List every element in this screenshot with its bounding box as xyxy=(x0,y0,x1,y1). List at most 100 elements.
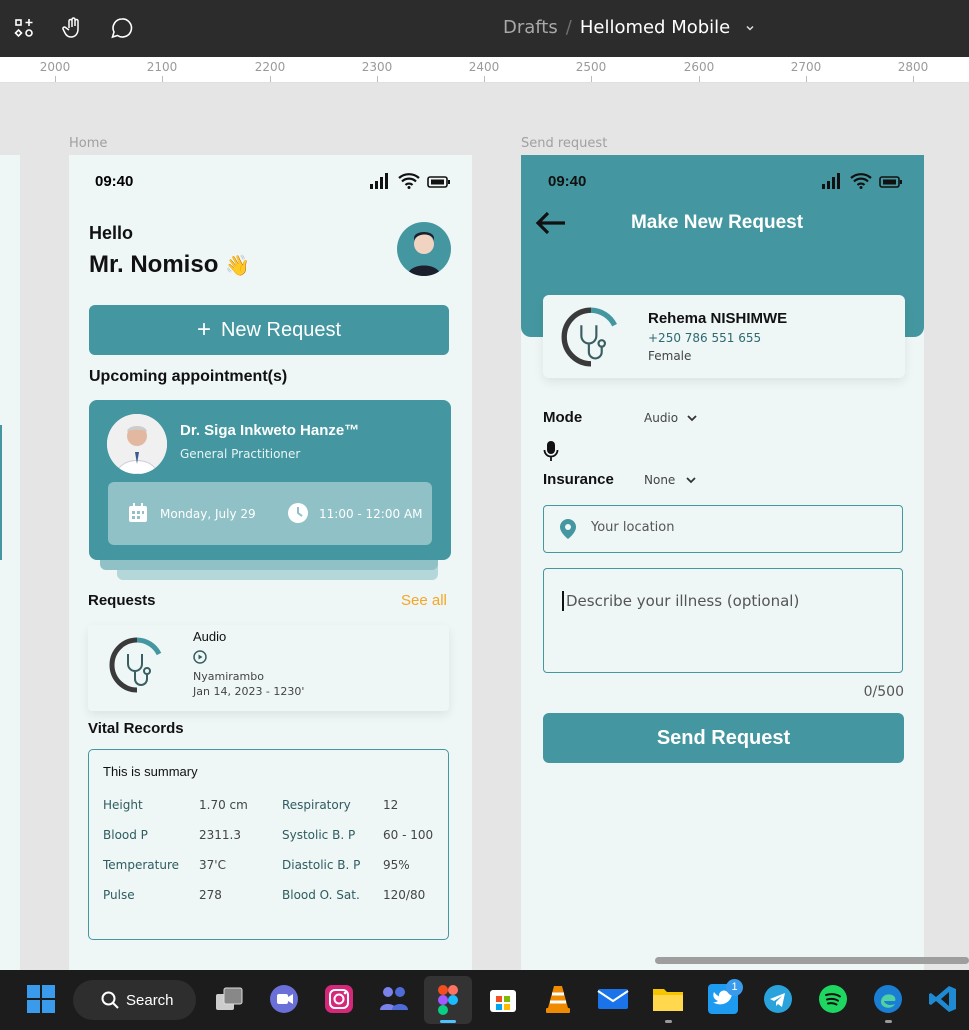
figma-taskbar-active[interactable] xyxy=(424,976,472,1024)
insurance-label: Insurance xyxy=(543,471,614,488)
patient-card[interactable]: Rehema NISHIMWE +250 786 551 655 Female xyxy=(543,295,905,378)
location-input[interactable]: Your location xyxy=(543,505,903,553)
request-type: Audio xyxy=(193,629,227,644)
new-request-label: New Request xyxy=(220,318,342,341)
patient-gender: Female xyxy=(648,349,692,363)
illness-placeholder: Describe your illness (optional) xyxy=(566,592,800,610)
windows-taskbar: Search 1 xyxy=(0,970,969,1030)
ruler-tick: 2100 xyxy=(146,60,178,74)
doctor-role: General Practitioner xyxy=(180,447,301,461)
wifi-icon xyxy=(850,172,872,194)
windows-start-icon[interactable] xyxy=(24,982,58,1016)
home-frame[interactable]: 09:40 Hello Mr. Nomiso 👋 + New Request U… xyxy=(69,155,472,970)
appointment-card[interactable]: Dr. Siga Inkweto Hanze™ General Practiti… xyxy=(89,400,451,560)
vital-label: Temperature xyxy=(103,858,180,872)
comment-icon[interactable] xyxy=(108,14,136,42)
location-pin-icon xyxy=(560,519,576,544)
canvas-scrollbar[interactable] xyxy=(655,957,969,964)
meet-icon[interactable] xyxy=(267,982,301,1016)
chevron-down-icon[interactable] xyxy=(744,18,756,39)
partial-frame-accent xyxy=(0,425,2,560)
microphone-icon[interactable] xyxy=(543,441,559,466)
vital-label: Systolic B. P xyxy=(282,828,356,842)
vital-value: 1.70 cm xyxy=(199,798,248,812)
notification-badge: 1 xyxy=(726,979,743,996)
request-card[interactable]: Audio Nyamirambo Jan 14, 2023 - 1230' xyxy=(88,625,449,711)
wave-emoji: 👋 xyxy=(225,255,250,277)
microsoft-store-icon[interactable] xyxy=(486,982,520,1016)
ruler-tick: 2700 xyxy=(790,60,822,74)
active-indicator xyxy=(440,1020,456,1023)
vital-label: Diastolic B. P xyxy=(282,858,361,872)
ruler-tick: 2200 xyxy=(254,60,286,74)
hand-tool-icon[interactable] xyxy=(59,14,87,42)
mail-icon[interactable] xyxy=(596,982,630,1016)
appointment-time-box: Monday, July 29 11:00 - 12:00 AM xyxy=(108,482,432,545)
vital-value: 278 xyxy=(199,888,222,902)
frame-label-home[interactable]: Home xyxy=(69,136,107,151)
user-name: Mr. Nomiso 👋 xyxy=(89,251,250,279)
insurance-value: None xyxy=(644,473,676,487)
battery-icon xyxy=(427,175,451,193)
components-icon[interactable] xyxy=(10,14,38,42)
location-placeholder: Your location xyxy=(591,520,675,535)
ruler-tick: 2500 xyxy=(575,60,607,74)
avatar[interactable] xyxy=(397,222,451,276)
breadcrumb-drafts[interactable]: Drafts xyxy=(503,17,558,38)
edge-icon[interactable] xyxy=(871,982,905,1016)
request-location: Nyamirambo xyxy=(193,670,264,683)
insurance-select[interactable]: None xyxy=(644,473,697,487)
vlc-icon[interactable] xyxy=(541,982,575,1016)
new-request-button[interactable]: + New Request xyxy=(89,305,449,355)
vital-value: 12 xyxy=(383,798,399,812)
request-datetime: Jan 14, 2023 - 1230' xyxy=(193,685,305,698)
taskbar-search[interactable]: Search xyxy=(73,980,196,1020)
wifi-icon xyxy=(398,172,420,194)
vitals-summary-card[interactable]: This is summary Height 1.70 cm Respirato… xyxy=(88,749,449,940)
telegram-icon[interactable] xyxy=(761,982,795,1016)
task-view-icon[interactable] xyxy=(212,982,246,1016)
vital-label: Blood P xyxy=(103,828,148,842)
project-name[interactable]: Hellomed Mobile xyxy=(580,17,730,38)
figma-toolbar: Drafts / Hellomed Mobile xyxy=(0,0,969,57)
status-time: 09:40 xyxy=(95,173,134,190)
frame-label-send-request[interactable]: Send request xyxy=(521,136,607,151)
search-label: Search xyxy=(126,991,174,1009)
send-request-button[interactable]: Send Request xyxy=(543,713,904,763)
mode-label: Mode xyxy=(543,409,583,426)
signal-icon xyxy=(821,173,843,194)
vital-value: 95% xyxy=(383,858,410,872)
appointment-time: 11:00 - 12:00 AM xyxy=(319,507,423,521)
vital-label: Height xyxy=(103,798,143,812)
illness-textarea[interactable]: Describe your illness (optional) xyxy=(543,568,903,673)
ruler-tick: 2600 xyxy=(683,60,715,74)
file-explorer-icon[interactable] xyxy=(651,982,685,1016)
calendar-icon xyxy=(128,503,148,528)
chevron-down-icon xyxy=(685,474,697,486)
upcoming-title: Upcoming appointment(s) xyxy=(89,368,288,385)
play-icon[interactable] xyxy=(193,650,207,669)
see-all-link[interactable]: See all xyxy=(401,592,447,609)
status-time: 09:40 xyxy=(548,173,587,190)
teams-icon[interactable] xyxy=(377,982,411,1016)
plus-icon: + xyxy=(196,316,211,343)
patient-name: Rehema NISHIMWE xyxy=(648,310,788,327)
instagram-icon[interactable] xyxy=(322,982,356,1016)
partial-frame-left[interactable] xyxy=(0,155,20,970)
vital-value: 2311.3 xyxy=(199,828,241,842)
greeting-text: Hello xyxy=(89,223,134,243)
spotify-icon[interactable] xyxy=(816,982,850,1016)
breadcrumb[interactable]: Drafts / Hellomed Mobile xyxy=(503,17,756,39)
mode-select[interactable]: Audio xyxy=(644,411,698,425)
requests-title: Requests xyxy=(88,592,156,609)
ruler-tick: 2000 xyxy=(39,60,71,74)
vital-value: 120/80 xyxy=(383,888,426,902)
chevron-down-icon xyxy=(686,412,698,424)
stethoscope-logo-icon xyxy=(109,637,165,698)
vscode-icon[interactable] xyxy=(926,982,960,1016)
vitals-title: Vital Records xyxy=(88,720,184,737)
patient-phone: +250 786 551 655 xyxy=(648,331,762,345)
send-request-frame[interactable]: 09:40 Make New Request Rehema NISHIMWE +… xyxy=(521,155,924,970)
vital-label: Blood O. Sat. xyxy=(282,888,360,902)
ruler-tick: 2800 xyxy=(897,60,929,74)
